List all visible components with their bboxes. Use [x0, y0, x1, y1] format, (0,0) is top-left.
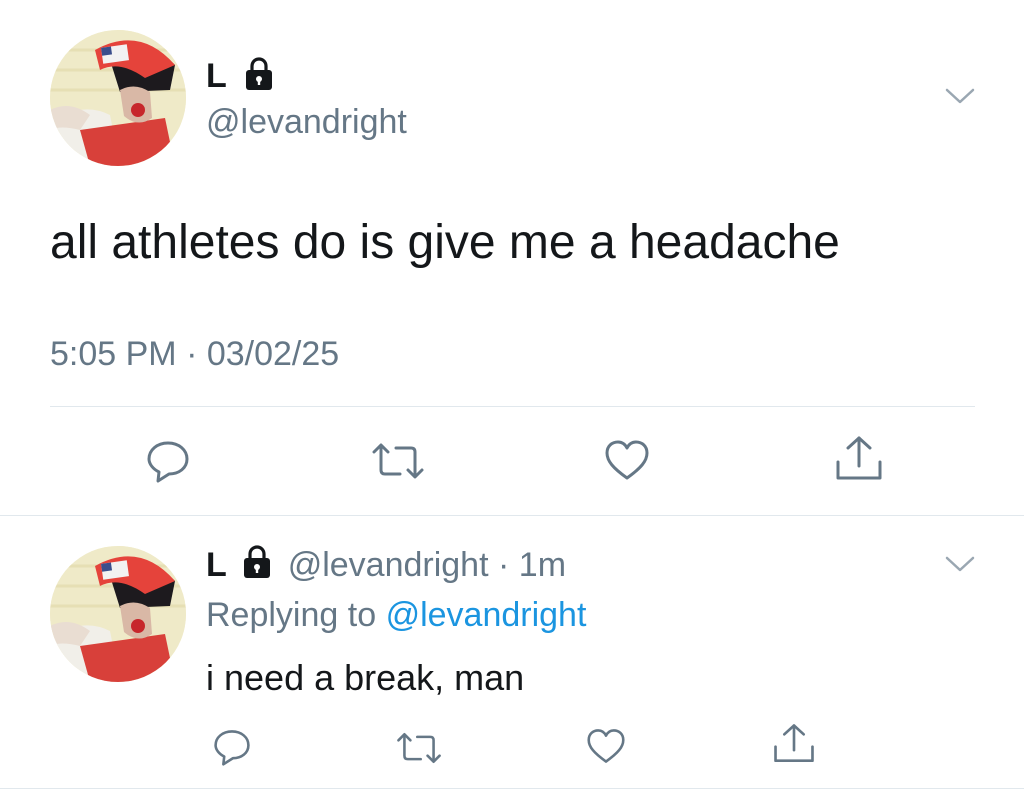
timestamp[interactable]: 5:05 PM · 03/02/25	[50, 333, 339, 375]
lock-icon	[244, 56, 274, 92]
tweet-text: all athletes do is give me a headache	[50, 216, 840, 269]
divider	[0, 515, 1024, 516]
chevron-down-icon[interactable]	[944, 554, 976, 574]
retweet-icon[interactable]	[370, 440, 426, 482]
divider	[0, 788, 1024, 789]
replying-to-handle[interactable]: @levandright	[386, 596, 587, 634]
like-icon[interactable]	[603, 438, 651, 482]
retweet-icon[interactable]	[395, 730, 443, 766]
reply-icon[interactable]	[145, 439, 191, 483]
display-name[interactable]: L	[206, 56, 227, 96]
chevron-down-icon[interactable]	[944, 86, 976, 106]
divider	[50, 406, 975, 407]
replying-to: Replying to @levandright	[206, 593, 586, 637]
replying-to-label: Replying to	[206, 596, 377, 634]
display-name[interactable]: L	[206, 546, 227, 584]
avatar[interactable]	[50, 30, 186, 166]
separator: ·	[498, 546, 510, 584]
like-icon[interactable]	[585, 727, 627, 765]
share-icon[interactable]	[834, 434, 884, 484]
share-icon[interactable]	[772, 722, 816, 766]
reply-header: L @levandright · 1m	[206, 543, 566, 587]
reply-text: i need a break, man	[206, 657, 525, 698]
lock-icon	[242, 544, 272, 580]
tweet-age[interactable]: 1m	[519, 546, 566, 584]
avatar[interactable]	[50, 546, 186, 682]
reply-icon[interactable]	[212, 728, 252, 766]
handle[interactable]: @levandright	[206, 101, 407, 143]
handle[interactable]: @levandright	[288, 546, 489, 584]
